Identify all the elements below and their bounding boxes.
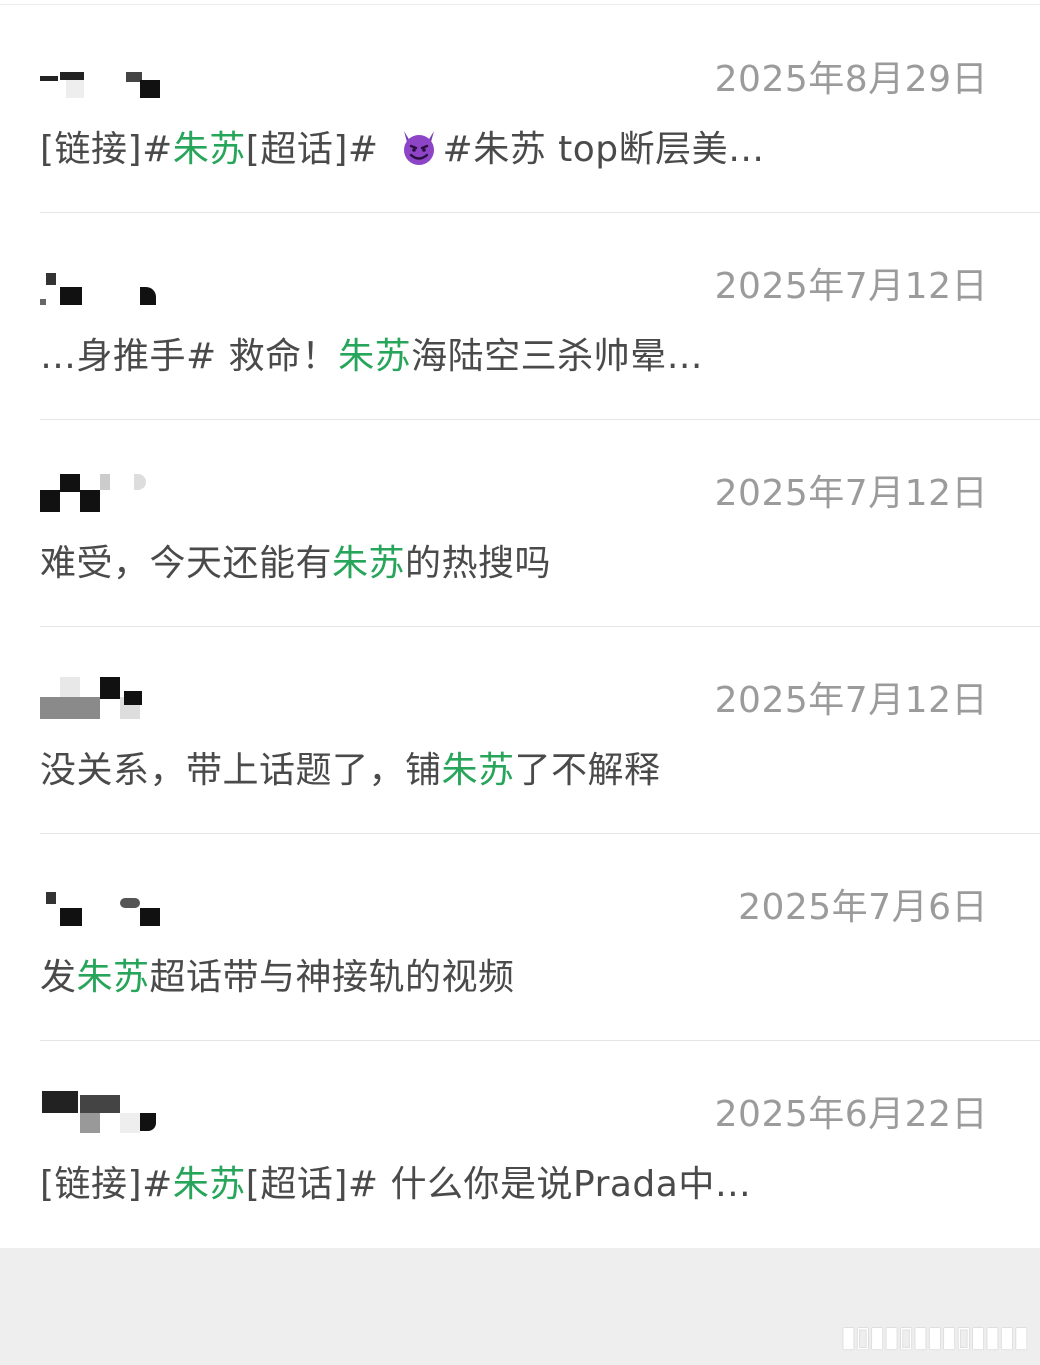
comment-date: 2025年7月6日 xyxy=(738,887,988,928)
comment-text-segment: [超话]# xyxy=(245,129,379,170)
comment-text: 没关系，带上话题了，铺朱苏了不解释 xyxy=(40,741,661,793)
top-divider xyxy=(0,4,1040,5)
comment-date: 2025年8月29日 xyxy=(714,59,988,100)
comment-text: 难受，今天还能有朱苏的热搜吗 xyxy=(40,534,551,586)
watermark-icon: ▮▯▮▮▯▮▮▮▯▮▮▮▮ xyxy=(840,1320,1029,1353)
comment-item[interactable]: 2025年7月6日 发朱苏超话带与神接轨的视频 xyxy=(40,834,1040,1041)
redacted-username xyxy=(40,257,170,307)
comment-text-segment: [超话]# xyxy=(245,1164,379,1205)
topic-keyword[interactable]: 朱苏 xyxy=(442,750,515,791)
comment-date: 2025年7月12日 xyxy=(714,473,988,514)
topic-keyword[interactable]: 朱苏 xyxy=(77,957,150,998)
comment-text-segment: 什么你是说Prada中… xyxy=(378,1164,752,1205)
topic-keyword[interactable]: 朱苏 xyxy=(332,543,405,584)
comment-item[interactable]: 2025年7月12日 没关系，带上话题了，铺朱苏了不解释 xyxy=(40,627,1040,834)
comment-text-segment: #朱苏 top断层美… xyxy=(442,129,765,170)
comment-text: …身推手# 救命！朱苏海陆空三杀帅晕… xyxy=(40,327,703,379)
comment-text-segment: 的热搜吗 xyxy=(405,543,552,584)
comment-text-segment: 没关系，带上话题了，铺 xyxy=(40,750,442,791)
comment-text-segment: 难受，今天还能有 xyxy=(40,543,333,584)
comment-date: 2025年6月22日 xyxy=(714,1094,988,1135)
comment-item[interactable]: 2025年6月22日 [链接]#朱苏[超话]# 什么你是说Prada中… xyxy=(40,1041,1040,1248)
comment-text-segment: 发 xyxy=(40,957,77,998)
comment-text-segment: [链接]# xyxy=(40,1164,173,1205)
redacted-username xyxy=(40,1085,170,1135)
comment-text-segment: [链接]# xyxy=(40,129,173,170)
comment-text-segment: 了不解释 xyxy=(514,750,661,791)
comment-list: 2025年8月29日 [链接]#朱苏[超话]# #朱苏 top断层美… 2025年… xyxy=(0,6,1040,1248)
comment-text-segment: 超话带与神接轨的视频 xyxy=(149,957,515,998)
smiling-face-with-horns-icon xyxy=(403,131,434,165)
redacted-username xyxy=(40,50,170,100)
comment-text-segment: …身推手# 救命！ xyxy=(40,336,339,377)
redacted-username xyxy=(40,878,170,928)
comment-date: 2025年7月12日 xyxy=(714,266,988,307)
topic-keyword[interactable]: 朱苏 xyxy=(173,1164,246,1205)
comment-text-segment: 海陆空三杀帅晕… xyxy=(411,336,704,377)
comment-date: 2025年7月12日 xyxy=(714,680,988,721)
comment-text: [链接]#朱苏[超话]# 什么你是说Prada中… xyxy=(40,1155,751,1207)
comment-item[interactable]: 2025年7月12日 …身推手# 救命！朱苏海陆空三杀帅晕… xyxy=(40,213,1040,420)
comment-item[interactable]: 2025年8月29日 [链接]#朱苏[超话]# #朱苏 top断层美… xyxy=(40,6,1040,213)
comment-item[interactable]: 2025年7月12日 难受，今天还能有朱苏的热搜吗 xyxy=(40,420,1040,627)
redacted-username xyxy=(40,464,170,514)
footer-area: ▮▯▮▮▯▮▮▮▯▮▮▮▮ xyxy=(0,1248,1040,1365)
redacted-username xyxy=(40,671,170,721)
comment-text: 发朱苏超话带与神接轨的视频 xyxy=(40,948,515,1000)
topic-keyword[interactable]: 朱苏 xyxy=(173,129,246,170)
comment-text: [链接]#朱苏[超话]# #朱苏 top断层美… xyxy=(40,120,765,172)
topic-keyword[interactable]: 朱苏 xyxy=(338,336,411,377)
